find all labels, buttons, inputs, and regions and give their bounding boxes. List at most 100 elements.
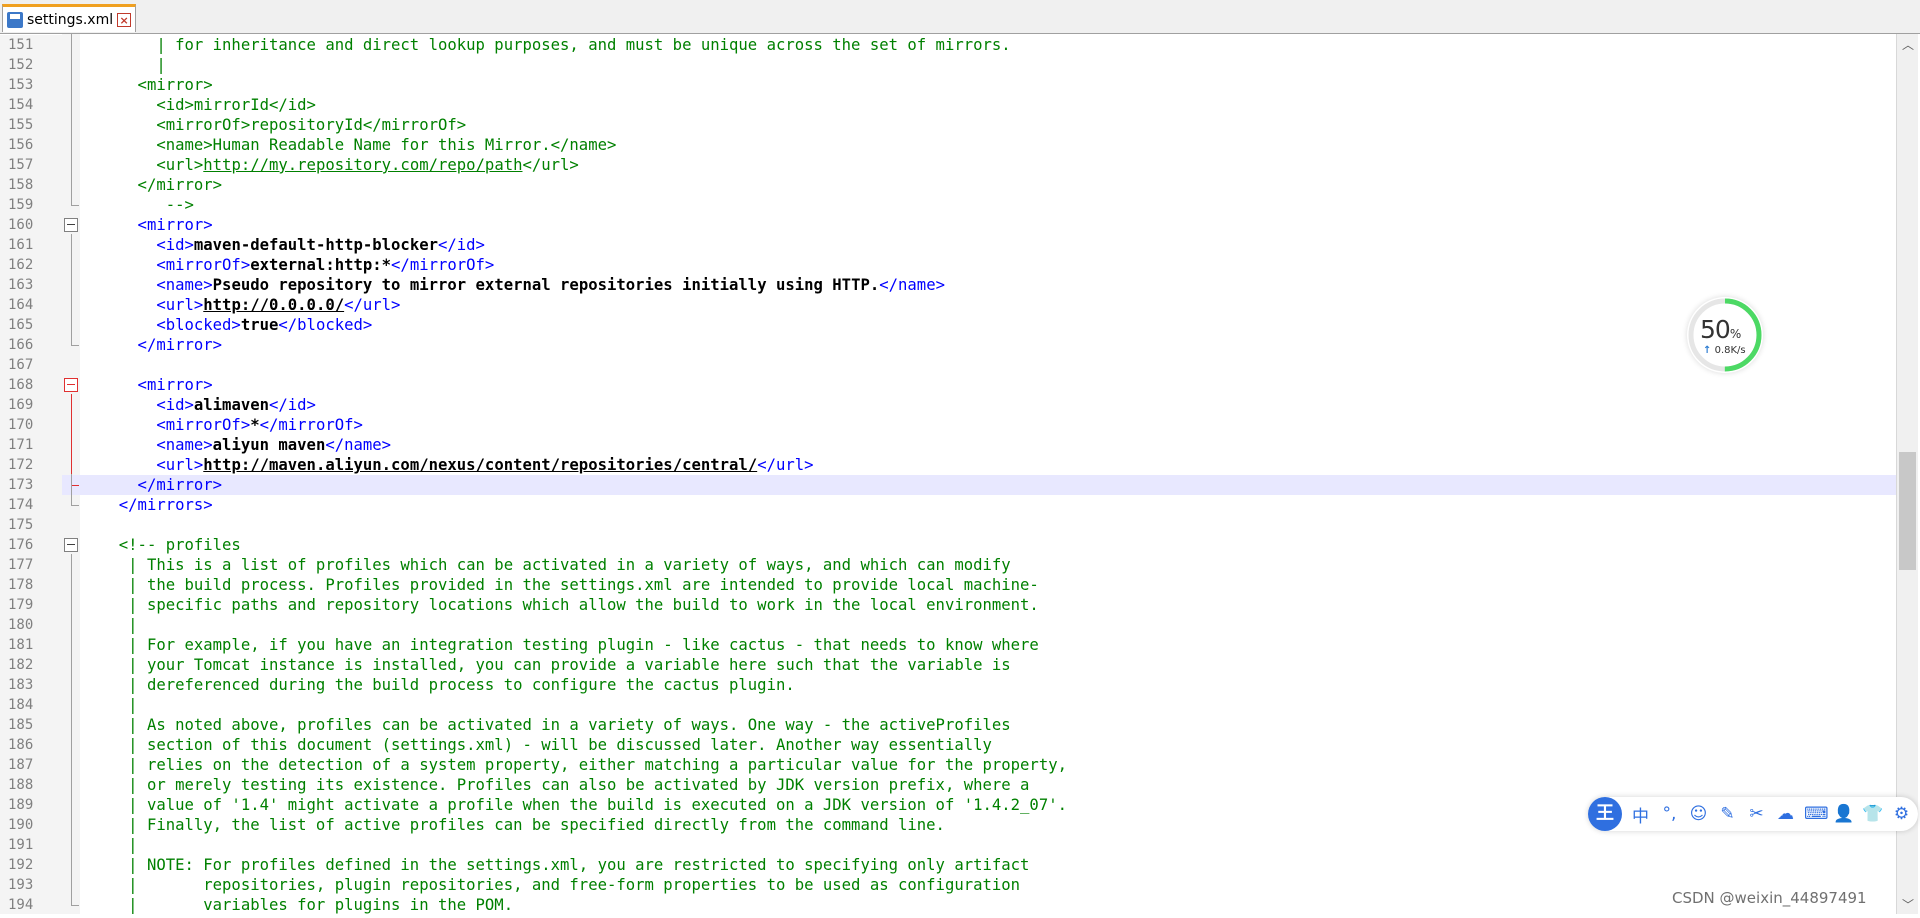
- vertical-scrollbar[interactable]: ︿ ﹀: [1896, 34, 1918, 914]
- code-line[interactable]: 163 <name>Pseudo repository to mirror ex…: [0, 275, 1896, 295]
- line-text: <!-- profiles: [100, 535, 241, 555]
- fold-collapse-icon[interactable]: [64, 378, 78, 392]
- line-text: | specific paths and repository location…: [100, 595, 1039, 615]
- code-line[interactable]: 154 <id>mirrorId</id>: [0, 95, 1896, 115]
- line-number: 173: [0, 475, 62, 495]
- code-token: http://my.repository.com/repo/path: [203, 156, 523, 174]
- code-token: </id>: [438, 236, 485, 254]
- emoji-icon[interactable]: ☺: [1688, 804, 1709, 824]
- code-line[interactable]: 180 |: [0, 615, 1896, 635]
- code-line[interactable]: 152 |: [0, 55, 1896, 75]
- line-number: 184: [0, 695, 62, 715]
- ime-logo-icon[interactable]: 王: [1588, 797, 1622, 831]
- line-text: | the build process. Profiles provided i…: [100, 575, 1039, 595]
- punctuation-icon[interactable]: °,: [1659, 804, 1680, 824]
- line-number: 161: [0, 235, 62, 255]
- chinese-mode-icon[interactable]: 中: [1630, 802, 1651, 827]
- fold-end-marker: [71, 485, 79, 486]
- line-number: 167: [0, 355, 62, 375]
- line-number: 155: [0, 115, 62, 135]
- line-text: | or merely testing its existence. Profi…: [100, 775, 1029, 795]
- code-line[interactable]: 151 | for inheritance and direct lookup …: [0, 35, 1896, 55]
- code-line[interactable]: 188 | or merely testing its existence. P…: [0, 775, 1896, 795]
- code-line[interactable]: 177 | This is a list of profiles which c…: [0, 555, 1896, 575]
- line-text: <url>http://my.repository.com/repo/path<…: [100, 155, 579, 175]
- code-line[interactable]: 156 <name>Human Readable Name for this M…: [0, 135, 1896, 155]
- fold-guide: [71, 554, 72, 905]
- settings-icon[interactable]: ⚙: [1891, 804, 1912, 824]
- code-line[interactable]: 169 <id>alimaven</id>: [0, 395, 1896, 415]
- line-number: 153: [0, 75, 62, 95]
- code-line[interactable]: 194 | variables for plugins in the POM.: [0, 895, 1896, 914]
- line-number: 160: [0, 215, 62, 235]
- code-line[interactable]: 176 <!-- profiles: [0, 535, 1896, 555]
- code-line[interactable]: 157 <url>http://my.repository.com/repo/p…: [0, 155, 1896, 175]
- code-line[interactable]: 158 </mirror>: [0, 175, 1896, 195]
- code-line[interactable]: 166 </mirror>: [0, 335, 1896, 355]
- code-line[interactable]: 184 |: [0, 695, 1896, 715]
- code-line[interactable]: 183 | dereferenced during the build proc…: [0, 675, 1896, 695]
- line-number: 175: [0, 515, 62, 535]
- line-number: 152: [0, 55, 62, 75]
- code-line[interactable]: 185 | As noted above, profiles can be ac…: [0, 715, 1896, 735]
- code-line[interactable]: 162 <mirrorOf>external:http:*</mirrorOf>: [0, 255, 1896, 275]
- code-line[interactable]: 174 </mirrors>: [0, 495, 1896, 515]
- code-line[interactable]: 182 | your Tomcat instance is installed,…: [0, 655, 1896, 675]
- code-line[interactable]: 175: [0, 515, 1896, 535]
- line-text: <id>alimaven</id>: [100, 395, 316, 415]
- line-number: 157: [0, 155, 62, 175]
- code-token: | repositories, plugin repositories, and…: [100, 876, 1021, 894]
- code-token: <url>: [100, 456, 204, 474]
- code-line[interactable]: 155 <mirrorOf>repositoryId</mirrorOf>: [0, 115, 1896, 135]
- code-line[interactable]: 173 </mirror>: [0, 475, 1896, 495]
- code-line[interactable]: 171 <name>aliyun maven</name>: [0, 435, 1896, 455]
- line-text: <name>Pseudo repository to mirror extern…: [100, 275, 945, 295]
- scissors-icon[interactable]: ✂: [1746, 804, 1767, 824]
- code-line[interactable]: 160 <mirror>: [0, 215, 1896, 235]
- cloud-icon[interactable]: ☁: [1775, 804, 1796, 824]
- user-icon[interactable]: 👤: [1833, 804, 1854, 824]
- keyboard-icon[interactable]: ⌨: [1804, 804, 1829, 824]
- code-token: <id>: [100, 396, 194, 414]
- line-number: 168: [0, 375, 62, 395]
- code-editor[interactable]: 151 | for inheritance and direct lookup …: [0, 34, 1896, 914]
- code-line[interactable]: 161 <id>maven-default-http-blocker</id>: [0, 235, 1896, 255]
- code-line[interactable]: 187 | relies on the detection of a syste…: [0, 755, 1896, 775]
- code-token: <id>mirrorId</id>: [100, 96, 316, 114]
- scroll-up-arrow-icon[interactable]: ︿: [1901, 38, 1915, 52]
- line-text: <name>Human Readable Name for this Mirro…: [100, 135, 616, 155]
- code-token: | value of '1.4' might activate a profil…: [100, 796, 1067, 814]
- code-line[interactable]: 170 <mirrorOf>*</mirrorOf>: [0, 415, 1896, 435]
- code-line[interactable]: 167: [0, 355, 1896, 375]
- code-line[interactable]: 179 | specific paths and repository loca…: [0, 595, 1896, 615]
- skin-icon[interactable]: 👕: [1862, 804, 1883, 824]
- close-icon[interactable]: ×: [117, 12, 132, 27]
- line-text: <mirrorOf>*</mirrorOf>: [100, 415, 363, 435]
- fold-collapse-icon[interactable]: [64, 538, 78, 552]
- code-line[interactable]: 178 | the build process. Profiles provid…: [0, 575, 1896, 595]
- code-token: </url>: [344, 296, 401, 314]
- code-line[interactable]: 159 -->: [0, 195, 1896, 215]
- code-line[interactable]: 164 <url>http://0.0.0.0/</url>: [0, 295, 1896, 315]
- code-line[interactable]: 172 <url>http://maven.aliyun.com/nexus/c…: [0, 455, 1896, 475]
- code-line[interactable]: 168 <mirror>: [0, 375, 1896, 395]
- code-line[interactable]: 165 <blocked>true</blocked>: [0, 315, 1896, 335]
- code-token: external:http:*: [250, 256, 392, 274]
- network-speed-widget[interactable]: 50% ↑ 0.8K/s: [1687, 297, 1763, 373]
- line-number: 186: [0, 735, 62, 755]
- scroll-down-arrow-icon[interactable]: ﹀: [1901, 898, 1915, 912]
- tab-settings-xml[interactable]: settings.xml ×: [2, 4, 137, 32]
- code-line[interactable]: 181 | For example, if you have an integr…: [0, 635, 1896, 655]
- line-text: </mirror>: [100, 335, 223, 355]
- code-line[interactable]: 191 |: [0, 835, 1896, 855]
- scroll-thumb[interactable]: [1899, 452, 1916, 570]
- line-text: | for inheritance and direct lookup purp…: [100, 35, 1010, 55]
- handwriting-icon[interactable]: ✎: [1717, 804, 1738, 824]
- code-line[interactable]: 192 | NOTE: For profiles defined in the …: [0, 855, 1896, 875]
- code-line[interactable]: 193 | repositories, plugin repositories,…: [0, 875, 1896, 895]
- ime-toolbar: 王 中 °, ☺ ✎ ✂ ☁ ⌨ 👤 👕 ⚙: [1588, 797, 1918, 831]
- code-line[interactable]: 153 <mirror>: [0, 75, 1896, 95]
- fold-collapse-icon[interactable]: [64, 218, 78, 232]
- line-text: | relies on the detection of a system pr…: [100, 755, 1067, 775]
- code-line[interactable]: 186 | section of this document (settings…: [0, 735, 1896, 755]
